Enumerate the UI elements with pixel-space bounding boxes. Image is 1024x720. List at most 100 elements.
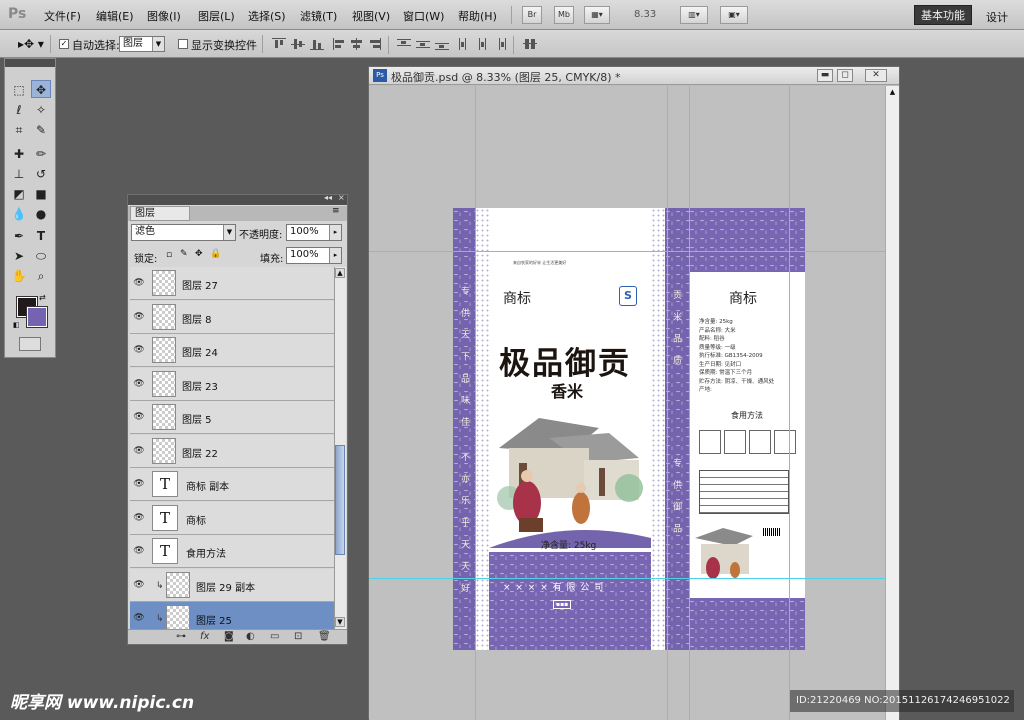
move-tool-icon[interactable]: ✥ bbox=[31, 80, 51, 98]
distribute-bottom-icon[interactable] bbox=[435, 38, 449, 50]
layer-row[interactable]: 👁 图层 5 bbox=[130, 401, 334, 434]
dodge-tool-icon[interactable]: ● bbox=[31, 205, 51, 223]
zoom-level[interactable]: 8.33 bbox=[634, 9, 656, 20]
new-group-icon[interactable]: ▭ bbox=[270, 631, 279, 642]
show-transform-checkbox[interactable] bbox=[178, 39, 188, 49]
menu-help[interactable]: 帮助(H) bbox=[458, 8, 497, 24]
layer-row[interactable]: 👁 ↳ 图层 25 bbox=[130, 602, 334, 629]
menu-image[interactable]: 图像(I) bbox=[147, 8, 181, 24]
scroll-up-icon[interactable]: ▲ bbox=[335, 268, 345, 278]
menu-file[interactable]: 文件(F) bbox=[44, 8, 81, 24]
fill-input[interactable]: 100% ▸ bbox=[286, 247, 342, 264]
pen-tool-icon[interactable]: ✒ bbox=[9, 227, 29, 245]
panel-menu-icon[interactable]: ≡ bbox=[332, 206, 340, 216]
menu-select[interactable]: 选择(S) bbox=[248, 8, 286, 24]
lock-image-icon[interactable]: ✎ bbox=[180, 249, 188, 259]
scroll-down-icon[interactable]: ▼ bbox=[335, 617, 345, 627]
align-bottom-icon[interactable] bbox=[310, 38, 324, 50]
path-selection-tool-icon[interactable]: ➤ bbox=[9, 247, 29, 265]
marquee-tool-icon[interactable]: ⬚ bbox=[9, 81, 29, 99]
brush-tool-icon[interactable]: ✏ bbox=[31, 145, 51, 163]
zoom-tool-icon[interactable]: ⌕ bbox=[31, 267, 51, 285]
trash-icon[interactable]: 🗑 bbox=[318, 631, 331, 642]
close-button[interactable]: ✕ bbox=[865, 69, 887, 82]
layer-row[interactable]: 👁 T 食用方法 bbox=[130, 535, 334, 568]
menu-window[interactable]: 窗口(W) bbox=[403, 8, 444, 24]
visibility-eye-icon[interactable]: 👁 bbox=[132, 310, 146, 324]
align-vcenter-icon[interactable] bbox=[291, 38, 305, 50]
quick-mask-icon[interactable] bbox=[19, 337, 41, 351]
align-right-icon[interactable] bbox=[367, 38, 381, 50]
background-color-swatch[interactable] bbox=[26, 306, 48, 328]
scroll-up-icon[interactable]: ▲ bbox=[887, 88, 898, 98]
auto-align-layers-icon[interactable] bbox=[523, 38, 537, 50]
layer-row[interactable]: 👁 T 商标 副本 bbox=[130, 468, 334, 501]
visibility-eye-icon[interactable]: 👁 bbox=[132, 444, 146, 458]
document-vertical-scrollbar[interactable]: ▲ bbox=[885, 86, 899, 720]
lock-transparent-icon[interactable]: ▫ bbox=[166, 250, 172, 260]
blend-mode-dropdown[interactable]: 滤色 ▼ bbox=[131, 224, 236, 241]
visibility-eye-icon[interactable]: 👁 bbox=[132, 410, 146, 424]
hand-tool-icon[interactable]: ✋ bbox=[9, 267, 29, 285]
clone-stamp-tool-icon[interactable]: ⊥ bbox=[9, 165, 29, 183]
workspace-basic-button[interactable]: 基本功能 bbox=[914, 5, 972, 25]
maximize-button[interactable]: ◻ bbox=[837, 69, 853, 82]
eraser-tool-icon[interactable]: ◩ bbox=[9, 185, 29, 203]
minimize-button[interactable]: ▬ bbox=[817, 69, 833, 82]
extras-menu-button[interactable]: ▦▾ bbox=[584, 6, 610, 24]
lock-position-icon[interactable]: ✥ bbox=[195, 249, 203, 259]
blur-tool-icon[interactable]: 💧 bbox=[9, 205, 29, 223]
healing-brush-tool-icon[interactable]: ✚ bbox=[9, 145, 29, 163]
default-colors-icon[interactable]: ◧ bbox=[13, 321, 20, 329]
visibility-eye-icon[interactable]: 👁 bbox=[132, 276, 146, 290]
layer-style-icon[interactable]: fx bbox=[200, 631, 209, 642]
link-layers-icon[interactable]: ⊶ bbox=[176, 631, 186, 642]
visibility-eye-icon[interactable]: 👁 bbox=[132, 511, 146, 525]
workspace-design-button[interactable]: 设计 bbox=[986, 9, 1008, 25]
layer-row[interactable]: 👁 ↳ 图层 29 副本 bbox=[130, 568, 334, 602]
eyedropper-tool-icon[interactable]: ✎ bbox=[31, 121, 51, 139]
menu-filter[interactable]: 滤镜(T) bbox=[300, 8, 337, 24]
auto-select-checkbox[interactable]: ✓ bbox=[59, 39, 69, 49]
swap-colors-icon[interactable]: ⇄ bbox=[39, 293, 46, 302]
bridge-button[interactable]: Br bbox=[522, 6, 542, 24]
layer-row[interactable]: 👁 图层 27 bbox=[130, 267, 334, 300]
menu-view[interactable]: 视图(V) bbox=[352, 8, 390, 24]
history-brush-tool-icon[interactable]: ↺ bbox=[31, 165, 51, 183]
move-tool-preset-icon[interactable]: ▸✥ ▾ bbox=[18, 37, 44, 51]
document-titlebar[interactable]: Ps 极品御贡.psd @ 8.33% (图层 25, CMYK/8) * ▬ … bbox=[369, 67, 899, 85]
type-tool-icon[interactable]: T bbox=[31, 227, 51, 245]
visibility-eye-icon[interactable]: 👁 bbox=[132, 611, 146, 625]
layer-row[interactable]: 👁 T 商标 bbox=[130, 501, 334, 535]
layers-panel-titlebar[interactable]: ◂◂ × bbox=[128, 193, 347, 205]
distribute-hcenter-icon[interactable] bbox=[476, 38, 490, 50]
gradient-tool-icon[interactable]: ■ bbox=[31, 185, 51, 203]
lock-all-icon[interactable]: 🔒 bbox=[210, 249, 221, 259]
shape-tool-icon[interactable]: ⬭ bbox=[31, 247, 51, 265]
auto-select-dropdown[interactable]: 图层 ▼ bbox=[119, 36, 165, 52]
menu-layer[interactable]: 图层(L) bbox=[198, 8, 235, 24]
visibility-eye-icon[interactable]: 👁 bbox=[132, 377, 146, 391]
layer-row[interactable]: 👁 图层 24 bbox=[130, 334, 334, 367]
layer-row[interactable]: 👁 图层 8 bbox=[130, 300, 334, 334]
layer-row[interactable]: 👁 图层 22 bbox=[130, 434, 334, 468]
crop-tool-icon[interactable]: ⌗ bbox=[9, 121, 29, 139]
tab-layers[interactable]: 图层 bbox=[130, 206, 190, 221]
align-hcenter-icon[interactable] bbox=[350, 38, 364, 50]
layers-scrollbar-thumb[interactable] bbox=[335, 445, 345, 555]
lasso-tool-icon[interactable]: ℓ bbox=[9, 101, 29, 119]
visibility-eye-icon[interactable]: 👁 bbox=[132, 544, 146, 558]
opacity-input[interactable]: 100% ▸ bbox=[286, 224, 342, 241]
distribute-left-icon[interactable] bbox=[458, 38, 472, 50]
distribute-top-icon[interactable] bbox=[397, 38, 411, 50]
align-top-icon[interactable] bbox=[272, 38, 286, 50]
distribute-vcenter-icon[interactable] bbox=[416, 38, 430, 50]
mini-bridge-button[interactable]: Mb bbox=[554, 6, 574, 24]
canvas-area[interactable]: 专 供 天 下 品 味 佳 不 亦 乐 乎 天 天 好 来自农家的好米 让生活更… bbox=[369, 86, 885, 720]
collapse-icon[interactable]: ◂◂ bbox=[324, 193, 332, 202]
align-left-icon[interactable] bbox=[333, 38, 347, 50]
screen-mode-button[interactable]: ▣▾ bbox=[720, 6, 748, 24]
close-icon[interactable]: × bbox=[338, 193, 345, 202]
layer-row[interactable]: 👁 图层 23 bbox=[130, 367, 334, 401]
arrange-documents-button[interactable]: ▥▾ bbox=[680, 6, 708, 24]
